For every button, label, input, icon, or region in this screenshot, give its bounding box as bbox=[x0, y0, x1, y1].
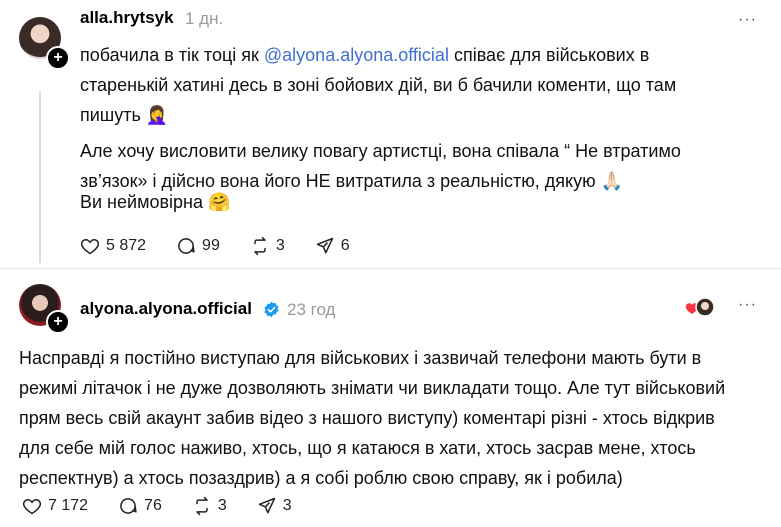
share-count: 6 bbox=[340, 237, 350, 254]
comment-icon bbox=[178, 238, 195, 254]
repost-count: 3 bbox=[275, 237, 285, 254]
timestamp[interactable]: 23 год bbox=[287, 300, 335, 320]
repost-button[interactable]: 3 bbox=[250, 236, 285, 256]
comment-icon bbox=[120, 498, 137, 514]
heart-icon bbox=[80, 238, 100, 255]
share-icon bbox=[316, 237, 333, 254]
post-alla: + alla.hrytsyk 1 дн. ··· побачила в тік … bbox=[0, 0, 781, 270]
verified-badge-icon bbox=[264, 301, 279, 318]
comment-count: 99 bbox=[202, 237, 220, 254]
action-bar: 5 872 99 3 6 bbox=[80, 236, 380, 256]
like-count: 5 872 bbox=[106, 237, 147, 254]
like-button[interactable]: 5 872 bbox=[80, 236, 146, 256]
heart-icon bbox=[22, 498, 42, 515]
post-text-paragraph: Ви неймовірна 🤗 bbox=[80, 192, 231, 212]
share-count: 3 bbox=[282, 497, 292, 514]
like-button[interactable]: 7 172 bbox=[22, 496, 88, 516]
comment-button[interactable]: 76 bbox=[118, 496, 162, 516]
post-text: побачила в тік тоці як @alyona.alyona.of… bbox=[80, 45, 677, 125]
username[interactable]: alyona.alyona.official bbox=[80, 299, 252, 319]
post-alyona: + alyona.alyona.official 23 год ··· Насп… bbox=[0, 270, 781, 527]
repost-icon bbox=[196, 496, 208, 516]
follow-button[interactable]: + bbox=[46, 310, 70, 334]
share-button[interactable]: 6 bbox=[315, 236, 350, 256]
repost-button[interactable]: 3 bbox=[192, 496, 227, 516]
comment-count: 76 bbox=[144, 497, 162, 514]
share-icon bbox=[258, 497, 275, 514]
share-button[interactable]: 3 bbox=[257, 496, 292, 516]
repost-icon bbox=[254, 236, 266, 256]
comment-button[interactable]: 99 bbox=[176, 236, 220, 256]
more-options-icon[interactable]: ··· bbox=[738, 11, 757, 29]
repost-count: 3 bbox=[217, 497, 227, 514]
timestamp[interactable]: 1 дн. bbox=[185, 9, 223, 29]
divider bbox=[0, 268, 781, 269]
like-count: 7 172 bbox=[48, 497, 89, 514]
thread-line bbox=[39, 91, 41, 263]
post-text: Насправді я постійно виступаю для військ… bbox=[19, 348, 726, 488]
action-bar: 7 172 76 3 3 bbox=[22, 496, 322, 516]
mention-link[interactable]: @alyona.alyona.official bbox=[264, 45, 449, 65]
liked-by-author-icon bbox=[685, 297, 715, 317]
follow-button[interactable]: + bbox=[46, 46, 70, 70]
more-options-icon[interactable]: ··· bbox=[738, 296, 757, 314]
username[interactable]: alla.hrytsyk bbox=[80, 8, 174, 28]
